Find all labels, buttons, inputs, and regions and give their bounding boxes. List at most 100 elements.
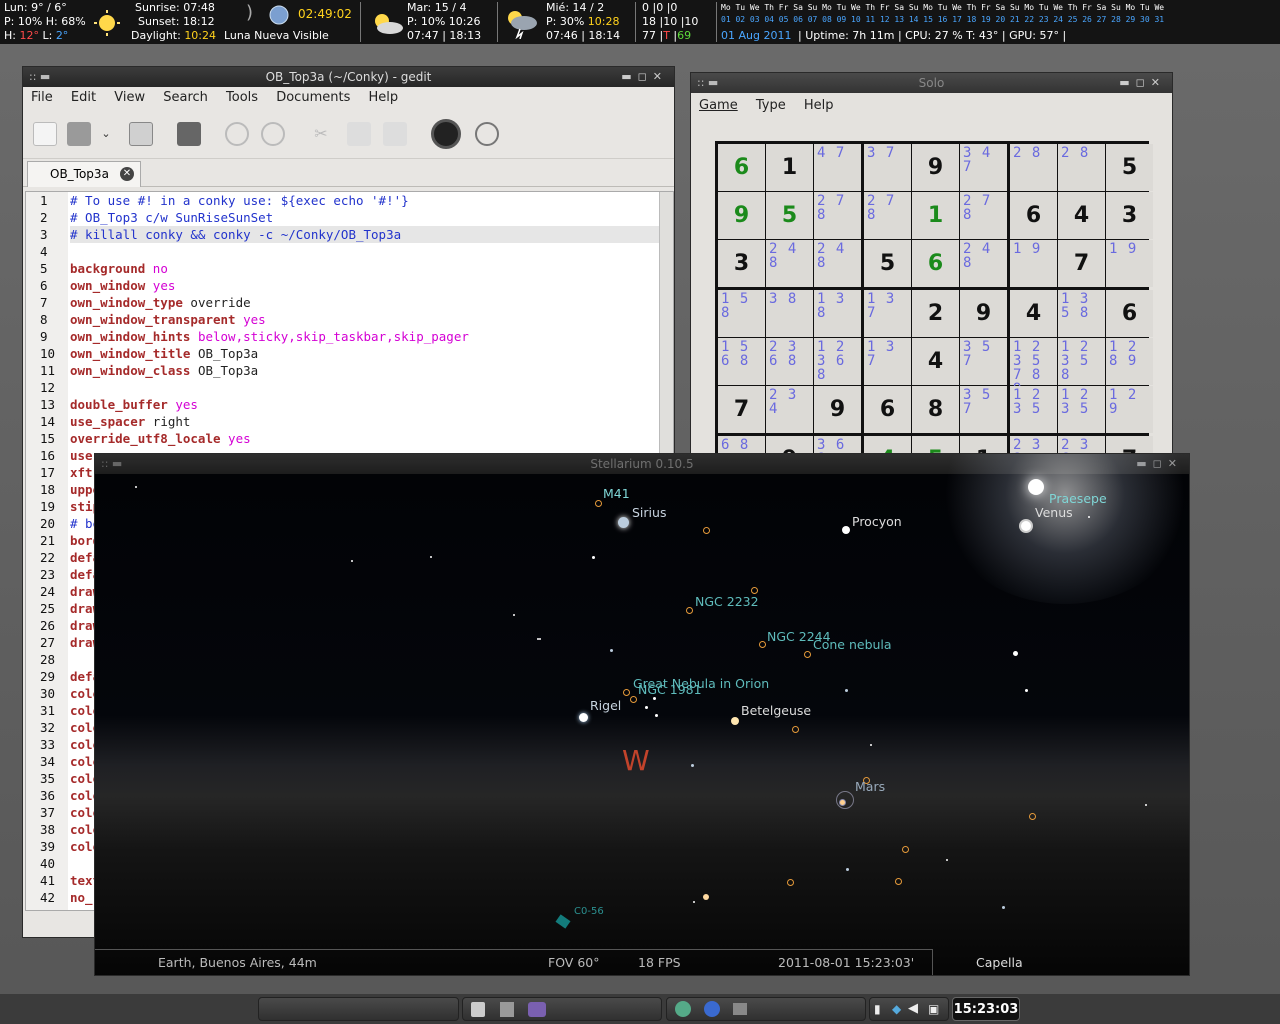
taskbar-area[interactable] (258, 997, 459, 1021)
betelgeuse-star[interactable] (731, 717, 739, 725)
nebula-marker[interactable] (787, 879, 794, 886)
volume-icon[interactable]: ◀ (908, 1001, 918, 1016)
sudoku-cell[interactable]: 5 (864, 240, 911, 287)
book-icon[interactable]: ▮ (874, 1002, 881, 1016)
sudoku-cell[interactable]: 3 5 7 (960, 386, 1007, 433)
tab-ob-top3a[interactable]: OB_Top3a ✕ (27, 161, 141, 187)
sudoku-cell[interactable]: 8 (912, 386, 959, 433)
sudoku-cell[interactable]: 3 (718, 240, 765, 287)
copy-icon[interactable] (347, 122, 371, 146)
find-replace-icon[interactable] (475, 122, 499, 146)
menu-view[interactable]: View (114, 90, 145, 105)
nebula-marker[interactable] (751, 587, 758, 594)
files-icon[interactable] (471, 1002, 485, 1017)
sudoku-cell[interactable]: 3 7 (864, 144, 911, 191)
sudoku-cell[interactable]: 9 (814, 386, 861, 433)
stellarium-icon[interactable] (528, 1002, 546, 1017)
sudoku-cell[interactable]: 3 (1106, 192, 1153, 239)
sudoku-cell[interactable]: 4 (1010, 290, 1057, 337)
menu-type[interactable]: Type (756, 98, 786, 113)
ngc2232-marker[interactable] (686, 607, 693, 614)
sudoku-cell[interactable]: 9 (912, 144, 959, 191)
print-icon[interactable] (177, 122, 201, 146)
menu-help[interactable]: Help (804, 98, 834, 113)
menu-search[interactable]: Search (163, 90, 208, 105)
new-document-icon[interactable] (33, 122, 57, 146)
orion-nebula-marker[interactable] (623, 689, 630, 696)
m41-marker[interactable] (595, 500, 602, 507)
rigel-star[interactable] (579, 713, 588, 722)
sudoku-cell[interactable]: 4 (1058, 192, 1105, 239)
grid-icon[interactable] (500, 1002, 514, 1017)
menu-tools[interactable]: Tools (226, 90, 258, 105)
sudoku-cell[interactable]: 6 (864, 386, 911, 433)
sudoku-cell[interactable]: 2 7 8 (960, 192, 1007, 239)
sudoku-cell[interactable]: 9 (960, 290, 1007, 337)
sudoku-cell[interactable]: 2 7 8 (814, 192, 861, 239)
sudoku-cell[interactable]: 1 2 9 (1106, 386, 1153, 433)
sudoku-cell[interactable]: 7 (718, 386, 765, 433)
sudoku-cell[interactable]: 2 7 8 (864, 192, 911, 239)
sudoku-cell[interactable]: 1 3 8 (814, 290, 861, 337)
sudoku-cell[interactable]: 2 8 (1058, 144, 1105, 191)
nebula-marker[interactable] (902, 846, 909, 853)
sudoku-cell[interactable]: 1 3 7 (864, 338, 911, 385)
sudoku-cell[interactable]: 1 5 6 8 (718, 338, 765, 385)
cone-nebula-marker[interactable] (804, 651, 811, 658)
clock[interactable]: 15:23:03 (952, 997, 1020, 1021)
nebula-marker[interactable] (792, 726, 799, 733)
chevron-down-icon[interactable]: ⌄ (99, 122, 113, 146)
close-icon[interactable]: ✕ (120, 167, 134, 181)
network-icon[interactable]: ▣ (928, 1002, 939, 1016)
sudoku-cell[interactable]: 7 (1058, 240, 1105, 287)
sudoku-cell[interactable]: 6 (718, 144, 765, 191)
sudoku-cell[interactable]: 1 3 5 8 (1058, 290, 1105, 337)
menu-file[interactable]: File (31, 90, 53, 105)
sudoku-cell[interactable]: 3 5 7 (960, 338, 1007, 385)
sudoku-cell[interactable]: 1 (766, 144, 813, 191)
menu-help[interactable]: Help (368, 90, 398, 105)
menu-edit[interactable]: Edit (71, 90, 96, 105)
app-icon[interactable] (675, 1001, 691, 1017)
ngc2244-marker[interactable] (759, 641, 766, 648)
menu-documents[interactable]: Documents (276, 90, 350, 105)
dropbox-icon[interactable]: ◆ (892, 1002, 901, 1016)
sirius-star[interactable] (618, 517, 629, 528)
sudoku-cell[interactable]: 1 5 8 (718, 290, 765, 337)
sudoku-cell[interactable]: 3 8 (766, 290, 813, 337)
window-menu-icon[interactable]: :: ▬ (29, 67, 50, 87)
sudoku-cell[interactable]: 2 4 8 (766, 240, 813, 287)
sudoku-cell[interactable]: 1 2 3 5 7 8 9 (1010, 338, 1057, 396)
sudoku-cell[interactable]: 1 2 3 6 8 (814, 338, 861, 385)
sudoku-cell[interactable]: 5 (766, 192, 813, 239)
window-menu-icon[interactable]: :: ▬ (697, 73, 718, 93)
sun-star[interactable] (1028, 479, 1044, 495)
sudoku-cell[interactable]: 1 2 8 9 (1106, 338, 1153, 385)
venus-star[interactable] (1019, 519, 1033, 533)
sudoku-titlebar[interactable]: :: ▬ Solo ▬◻✕ (691, 73, 1172, 93)
sudoku-cell[interactable]: 1 2 3 5 (1058, 386, 1105, 433)
sudoku-cell[interactable]: 3 4 7 (960, 144, 1007, 191)
window-menu-icon[interactable]: :: ▬ (101, 454, 122, 474)
sudoku-cell[interactable]: 6 (1010, 192, 1057, 239)
paste-icon[interactable] (383, 122, 407, 146)
open-icon[interactable] (67, 122, 91, 146)
sudoku-cell[interactable]: 5 (1106, 144, 1153, 191)
save-icon[interactable] (129, 122, 153, 146)
nebula-marker[interactable] (895, 878, 902, 885)
gedit-titlebar[interactable]: :: ▬ OB_Top3a (~/Conky) - gedit ▬◻✕ (23, 67, 674, 87)
sudoku-cell[interactable]: 2 8 (1010, 144, 1057, 191)
folder-icon[interactable] (733, 1003, 747, 1015)
browser-icon[interactable] (704, 1001, 720, 1017)
menu-game[interactable]: Game (699, 98, 738, 113)
sudoku-cell[interactable]: 1 (912, 192, 959, 239)
sudoku-cell[interactable]: 1 2 3 5 8 (1058, 338, 1105, 385)
sudoku-cell[interactable]: 2 4 8 (960, 240, 1007, 287)
procyon-star[interactable] (842, 526, 850, 534)
sky-view[interactable]: M41 Sirius Procyon Praesepe Venus NGC 22… (95, 454, 1189, 975)
sudoku-cell[interactable]: 6 (912, 240, 959, 287)
redo-icon[interactable] (261, 122, 285, 146)
sudoku-cell[interactable]: 4 7 (814, 144, 861, 191)
find-icon[interactable] (431, 119, 461, 149)
window-controls[interactable]: ▬◻✕ (621, 67, 668, 87)
